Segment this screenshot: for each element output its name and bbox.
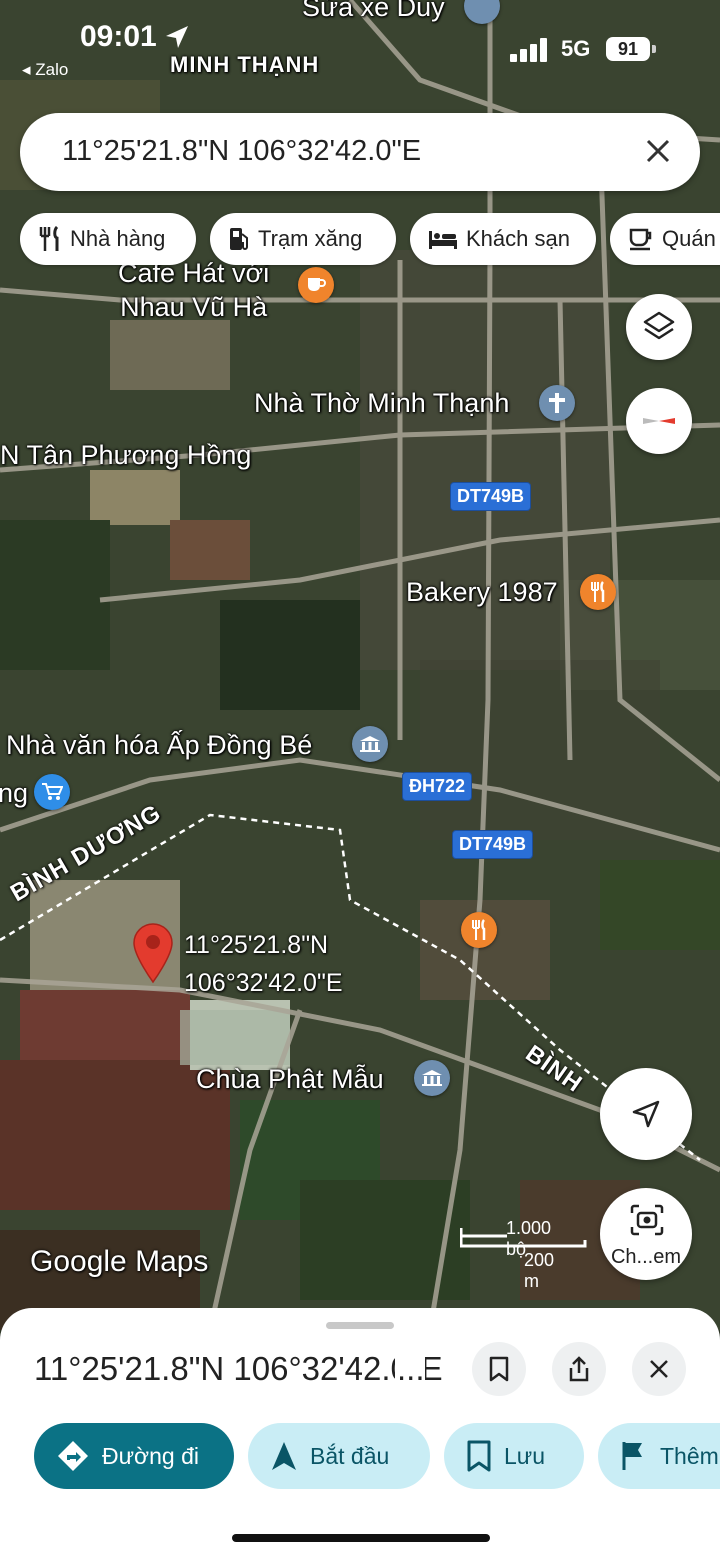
pin-coordinates-label: 11°25'21.8"N 106°32'42.0"E (184, 926, 343, 1002)
church-poi-icon[interactable] (539, 385, 575, 421)
search-bar[interactable]: 11°25'21.8"N 106°32'42.0"E (20, 113, 700, 191)
search-query[interactable]: 11°25'21.8"N 106°32'42.0"E (62, 135, 421, 168)
back-to-app-link[interactable]: ◂ Zalo (22, 60, 68, 80)
pin-lat: 11°25'21.8"N (184, 931, 329, 959)
location-arrow-icon (166, 26, 188, 48)
title-ellipsis: ... (395, 1350, 425, 1388)
camera-scan-icon (630, 1204, 664, 1236)
sheet-drag-handle[interactable] (326, 1322, 394, 1329)
pin-lng: 106°32'42.0"E (184, 969, 343, 997)
scale-bottom-label: 200 m (524, 1250, 555, 1291)
clear-search-icon[interactable] (642, 135, 674, 167)
map-label-pagoda[interactable]: Chùa Phật Mẫu (196, 1064, 384, 1095)
pagoda-poi-icon[interactable] (414, 1060, 450, 1096)
camera-button-label: Ch...em (610, 1246, 682, 1268)
close-sheet-button[interactable] (632, 1342, 686, 1396)
road-badge-dt749b-lower: DT749B (452, 830, 534, 859)
directions-label: Đường đi (102, 1442, 199, 1469)
gas-pump-icon (230, 228, 248, 250)
chip-cafes[interactable]: Quán (610, 213, 720, 265)
network-type: 5G (561, 36, 591, 61)
bed-icon (429, 231, 457, 249)
status-bar: 09:01 ◂ Zalo 5G 91 (0, 0, 720, 100)
bookmark-icon (489, 1356, 509, 1382)
road-badge-dh722: ĐH722 (402, 772, 473, 801)
map-label-bakery[interactable]: Bakery 1987 (406, 577, 558, 608)
road-badge-dt749b: DT749B (450, 482, 532, 511)
map-label-left-edge[interactable]: ng (0, 778, 28, 809)
close-icon (650, 1360, 668, 1378)
map-label-culture-house[interactable]: Nhà văn hóa Ấp Đồng Bé (6, 730, 312, 761)
compass-icon (643, 418, 675, 424)
directions-icon (58, 1441, 88, 1471)
signal-icon (510, 38, 547, 62)
restaurant-poi-icon[interactable] (461, 912, 497, 948)
cafe-poi-icon[interactable] (298, 267, 334, 303)
chip-label: Quán (662, 226, 716, 251)
chip-label: Nhà hàng (70, 226, 166, 251)
more-label: Thêm (660, 1442, 719, 1469)
share-button[interactable] (552, 1342, 606, 1396)
map-label-tan-phuong-hong[interactable]: N Tân Phương Hồng (0, 440, 251, 471)
save-icon-button[interactable] (472, 1342, 526, 1396)
coffee-cup-icon (629, 228, 652, 251)
flag-icon (622, 1442, 642, 1470)
chip-hotels[interactable]: Khách sạn (410, 213, 596, 265)
shopping-cart-poi-icon[interactable] (34, 774, 70, 810)
my-location-button[interactable] (600, 1068, 692, 1160)
start-button[interactable]: Bắt đầu (248, 1423, 430, 1489)
place-bottom-sheet[interactable]: 11°25'21.8"N 106°32'42.0"E ... Đường đi … (0, 1308, 720, 1560)
restaurant-poi-icon[interactable] (580, 574, 616, 610)
navigation-arrow-icon (632, 1100, 660, 1128)
category-chips: Nhà hàng Trạm xăng Khách sạn Quán (20, 213, 720, 267)
chip-label: Khách sạn (466, 226, 570, 251)
save-button[interactable]: Lưu (444, 1423, 584, 1489)
chip-label: Trạm xăng (258, 226, 363, 251)
navigation-arrow-icon (272, 1442, 296, 1470)
more-button[interactable]: Thêm (598, 1423, 720, 1489)
google-maps-logo: Google Maps (30, 1245, 209, 1278)
status-time: 09:01 (80, 20, 157, 53)
camera-search-button[interactable]: Ch...em (600, 1188, 692, 1280)
fork-knife-icon (39, 226, 59, 251)
bookmark-icon (467, 1440, 491, 1472)
home-indicator[interactable] (232, 1534, 490, 1542)
layers-icon (643, 311, 675, 340)
start-label: Bắt đầu (310, 1442, 390, 1469)
layers-button[interactable] (626, 294, 692, 360)
sheet-title-text: 11°25'21.8"N 106°32'42.0"E (34, 1350, 443, 1387)
chip-gas-stations[interactable]: Trạm xăng (210, 213, 396, 265)
landmark-poi-icon[interactable] (352, 726, 388, 762)
battery-icon: 91 (606, 37, 656, 61)
chip-restaurants[interactable]: Nhà hàng (20, 213, 196, 265)
compass-button[interactable] (626, 388, 692, 454)
share-icon (569, 1356, 589, 1382)
location-pin-icon[interactable] (132, 922, 174, 984)
sheet-title: 11°25'21.8"N 106°32'42.0"E (34, 1350, 444, 1388)
map-label-church[interactable]: Nhà Thờ Minh Thạnh (254, 388, 509, 419)
directions-button[interactable]: Đường đi (34, 1423, 234, 1489)
save-label: Lưu (504, 1442, 545, 1469)
